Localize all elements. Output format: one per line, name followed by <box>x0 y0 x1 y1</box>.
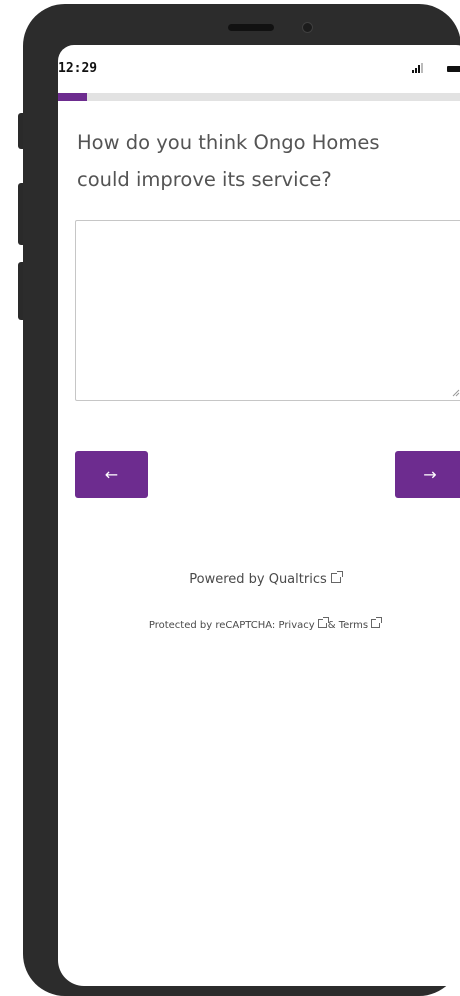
resize-handle-icon[interactable] <box>452 389 460 397</box>
external-link-icon <box>371 617 383 628</box>
recaptcha-notice: Protected by reCAPTCHA: Privacy & Terms <box>58 617 460 631</box>
survey-progress-fill <box>58 93 87 101</box>
ampersand-text: & <box>327 620 336 631</box>
terms-link-label: Terms <box>338 620 369 631</box>
next-button[interactable]: → <box>395 451 460 498</box>
answer-textarea[interactable] <box>75 220 460 401</box>
arrow-right-icon: → <box>423 465 437 484</box>
recaptcha-prefix: Protected by reCAPTCHA: <box>148 620 276 631</box>
powered-by-text: Powered by Qualtrics <box>189 572 327 587</box>
phone-screen: 12:29 How do you think Ongo Homes could … <box>58 45 460 986</box>
privacy-link[interactable]: Privacy <box>278 617 329 631</box>
speaker-grille <box>228 24 274 31</box>
back-button[interactable]: ← <box>75 451 148 498</box>
status-bar: 12:29 <box>58 45 460 85</box>
front-camera <box>302 22 313 33</box>
external-link-icon <box>317 617 329 628</box>
terms-link[interactable]: Terms <box>338 617 383 631</box>
external-link-icon <box>330 571 343 583</box>
battery-icon <box>447 66 460 72</box>
phone-frame: 12:29 How do you think Ongo Homes could … <box>23 4 460 996</box>
survey-progress-bar <box>58 93 460 101</box>
arrow-left-icon: ← <box>104 465 119 484</box>
signal-icon <box>412 63 425 73</box>
question-text: How do you think Ongo Homes could improv… <box>77 131 380 191</box>
powered-by-qualtrics-link[interactable]: Powered by Qualtrics <box>58 571 460 587</box>
privacy-link-label: Privacy <box>278 620 315 631</box>
status-time: 12:29 <box>58 61 98 76</box>
